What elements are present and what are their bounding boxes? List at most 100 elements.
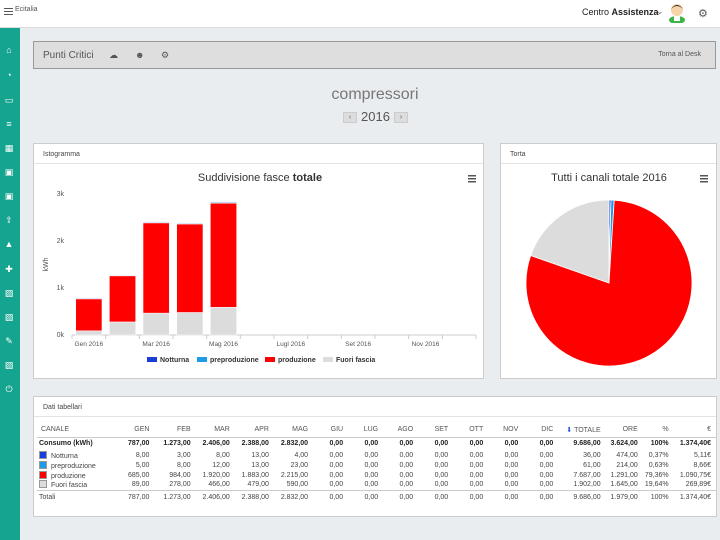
puzzle-icon[interactable]: ✚ xyxy=(3,263,15,275)
user-icon[interactable]: ▲ xyxy=(3,238,15,250)
chevron-down-icon[interactable]: ⌄ xyxy=(656,6,664,17)
column-header-label: CANALE xyxy=(41,426,70,434)
bar-segment[interactable] xyxy=(75,298,103,332)
bar-segment[interactable] xyxy=(109,274,136,277)
table-cell: 13,00 xyxy=(251,461,269,469)
legend-label: produzione xyxy=(278,357,316,364)
bar-segment[interactable] xyxy=(210,307,237,336)
table-cell: 61,00 xyxy=(583,461,601,469)
x-tick-label: Nov 2016 xyxy=(412,341,440,348)
bar-segment[interactable] xyxy=(75,297,103,299)
data-table-panel-title: Dati tabellari xyxy=(43,404,82,411)
table-cell: 0,00 xyxy=(418,489,454,504)
bar-segment[interactable] xyxy=(142,222,170,314)
chart-menu-icon[interactable] xyxy=(468,175,476,183)
settings-icon[interactable]: ⚙ xyxy=(161,50,169,61)
histogram-panel-header: Istogramma xyxy=(34,144,483,164)
table-row: preproduzione 5,00 8,00 12,00 13,00 23,00 0,00… xyxy=(37,460,716,470)
image-alt-icon[interactable]: ▨ xyxy=(3,311,15,323)
table-cell: 12,00 xyxy=(212,461,230,469)
bar-segment[interactable] xyxy=(142,221,170,223)
table-cell: 0,00 xyxy=(469,471,484,479)
column-header-label: SET xyxy=(434,426,449,434)
table-cell: 8,00 xyxy=(177,461,191,469)
column-header: GIU xyxy=(313,423,349,438)
column-header[interactable]: ⬇ TOTALE xyxy=(558,423,606,438)
table-cell: 23,00 xyxy=(290,461,309,469)
y-tick-label: 0k xyxy=(57,332,65,339)
prev-year-button[interactable]: ‹ xyxy=(343,112,357,123)
legend-item[interactable]: Fuori fascia xyxy=(323,357,375,364)
table-cell: 4,00 xyxy=(294,451,309,459)
money-alt-icon[interactable]: ▣ xyxy=(3,190,15,202)
menu-toggle-icon[interactable] xyxy=(4,8,13,15)
legend-swatch xyxy=(323,357,333,362)
table-cell: 13,00 xyxy=(251,451,269,459)
table-cell: 79,36% xyxy=(644,471,669,479)
data-table: CANALE GEN FEB MAR APR MAG GIU LUG AGO SET OTT NOV D… xyxy=(37,423,716,504)
table-cell: 1.645,00 xyxy=(610,481,638,489)
column-header-label: AGO xyxy=(397,426,414,434)
bar-segment[interactable] xyxy=(75,330,103,336)
power-icon[interactable]: ⏻ xyxy=(3,383,15,395)
legend-swatch xyxy=(147,357,157,362)
bar-segment[interactable] xyxy=(210,201,237,203)
image-icon[interactable]: ▨ xyxy=(3,287,15,299)
table-cell: 0,00 xyxy=(364,440,379,448)
table-cell: 100% xyxy=(650,440,669,448)
pencil-icon[interactable]: ✎ xyxy=(3,335,15,347)
table-cell: 214,00 xyxy=(616,461,638,469)
bar-segment[interactable] xyxy=(176,222,204,224)
table-cell: 0,00 xyxy=(329,451,344,459)
table-cell: 0,00 xyxy=(504,461,519,469)
table-cell: 0,00 xyxy=(504,440,519,448)
grid-icon[interactable]: ▦ xyxy=(3,142,15,154)
user-menu[interactable]: Centro Assistenza xyxy=(582,7,659,17)
table-cell: 0,00 xyxy=(329,471,344,479)
table-cell: 685,00 xyxy=(128,471,150,479)
upload-icon[interactable]: ⇪ xyxy=(3,214,15,226)
table-cell: 0,00 xyxy=(504,451,519,459)
back-to-desk-link[interactable]: Torna al Desk xyxy=(658,51,701,58)
avatar[interactable] xyxy=(666,1,688,23)
column-header: LUG xyxy=(348,423,384,438)
cloud-upload-icon[interactable]: ☁ xyxy=(109,50,118,61)
money-icon[interactable]: ▣ xyxy=(3,166,15,178)
table-row: Notturna 8,00 3,00 8,00 13,00 4,00 0,00 0,00 0,0… xyxy=(37,450,716,460)
bar-segment[interactable] xyxy=(109,321,136,336)
table-cell: 0,00 xyxy=(539,481,554,489)
picture-icon[interactable]: ▨ xyxy=(3,359,15,371)
brand-name[interactable]: Ecitalia xyxy=(15,6,38,13)
pie-menu-icon[interactable] xyxy=(700,175,708,183)
column-header: MAR xyxy=(195,423,235,438)
table-row: Fuori fascia 89,00 278,00 466,00 479,00 590,0… xyxy=(37,480,716,490)
column-header: CANALE xyxy=(37,423,116,438)
legend-item[interactable]: preproduzione xyxy=(197,357,259,364)
bar-segment[interactable] xyxy=(210,202,237,308)
bar-segment[interactable] xyxy=(142,312,170,336)
list-icon[interactable]: ≡ xyxy=(3,118,15,130)
gear-icon[interactable]: ⚙ xyxy=(698,7,708,20)
table-cell: 2.215,00 xyxy=(280,471,309,479)
desktop-icon[interactable]: ▭ xyxy=(3,94,15,106)
home-icon[interactable]: ⌂ xyxy=(3,44,15,56)
users-icon[interactable]: ☻ xyxy=(135,50,144,60)
bar-segment[interactable] xyxy=(109,275,136,323)
dashboard-icon[interactable]: ◔ xyxy=(3,69,15,81)
column-header: DIC xyxy=(523,423,559,438)
table-cell: 0,00 xyxy=(399,451,414,459)
bar-segment[interactable] xyxy=(176,223,204,313)
legend-item[interactable]: Notturna xyxy=(147,357,189,364)
column-header-label: DIC xyxy=(541,426,554,434)
column-header: FEB xyxy=(154,423,196,438)
bar-segment[interactable] xyxy=(176,312,204,336)
sort-icon[interactable]: ⬇ xyxy=(566,427,574,434)
next-year-button[interactable]: › xyxy=(394,112,408,123)
column-header-label: NOV xyxy=(503,426,519,434)
table-cell: 2.832,00 xyxy=(280,440,309,448)
table-cell: 100% xyxy=(642,489,674,504)
legend-item[interactable]: produzione xyxy=(265,357,316,364)
table-cell: 278,00 xyxy=(169,481,191,489)
column-header: MAG xyxy=(273,423,314,438)
table-cell: 1.273,00 xyxy=(163,440,191,448)
